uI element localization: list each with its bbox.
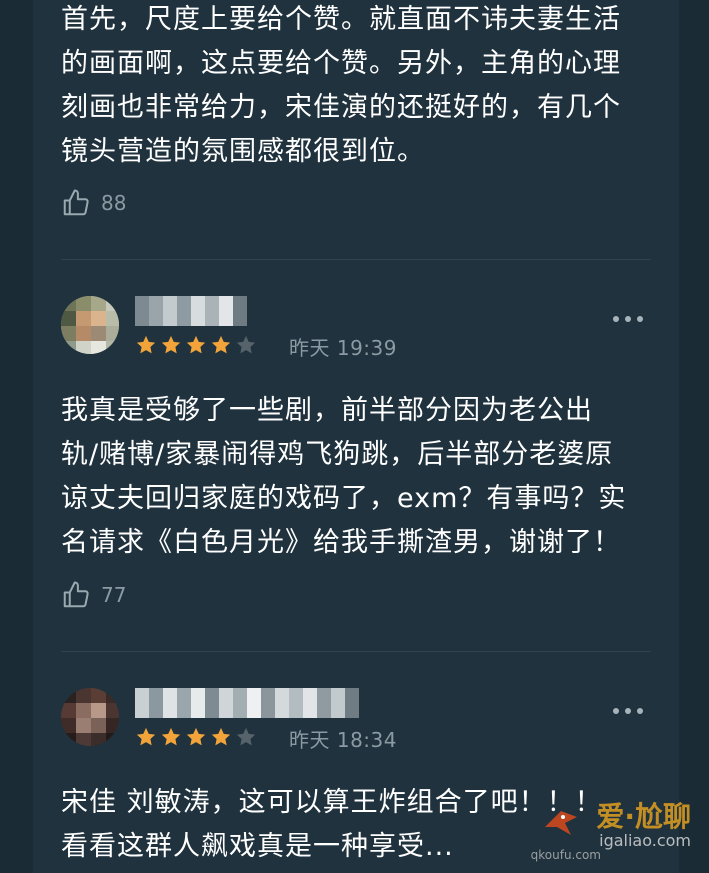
rating-stars	[135, 726, 257, 748]
comment-2-header: 昨天 19:39	[61, 296, 651, 366]
comment-time: 昨天 19:39	[289, 336, 397, 360]
thumbs-up-icon	[63, 581, 89, 608]
like-button[interactable]: 77	[61, 580, 651, 610]
watermark-title: 爱·尬聊	[596, 800, 691, 833]
star-filled-icon	[186, 335, 206, 354]
username-blurred[interactable]	[135, 296, 247, 326]
watermark-url: igaliao.com	[599, 831, 691, 850]
comment-text: 我真是受够了一些剧，前半部分因为老公出 轨/赌博/家暴闹得鸡飞狗跳，后半部分老婆…	[61, 395, 627, 558]
username-blurred[interactable]	[135, 688, 359, 718]
star-filled-icon	[136, 727, 156, 746]
like-count: 77	[101, 583, 127, 607]
star-empty-icon	[236, 335, 256, 354]
comment-3-header: 昨天 18:34	[61, 688, 651, 758]
star-filled-icon	[211, 727, 231, 746]
avatar[interactable]	[61, 296, 119, 354]
comment-1: 首先，尺度上要给个赞。就直面不讳夫妻生活 的画面啊，这点要给个赞。另外，主角的心…	[61, 0, 651, 174]
thumbs-up-icon	[63, 189, 89, 216]
star-filled-icon	[186, 727, 206, 746]
more-options-icon[interactable]	[613, 708, 643, 714]
divider	[61, 259, 651, 260]
divider	[61, 651, 651, 652]
star-filled-icon	[211, 335, 231, 354]
star-empty-icon	[236, 727, 256, 746]
watermark-url-2: qkoufu.com	[530, 848, 601, 862]
like-button[interactable]: 88	[61, 188, 651, 218]
star-filled-icon	[161, 727, 181, 746]
star-filled-icon	[136, 335, 156, 354]
bird-logo-icon	[545, 811, 577, 835]
avatar[interactable]	[61, 688, 119, 746]
comment-2: 我真是受够了一些剧，前半部分因为老公出 轨/赌博/家暴闹得鸡飞狗跳，后半部分老婆…	[61, 389, 651, 565]
like-count: 88	[101, 191, 127, 215]
star-filled-icon	[161, 335, 181, 354]
more-options-icon[interactable]	[613, 316, 643, 322]
rating-stars	[135, 334, 257, 356]
comment-text: 首先，尺度上要给个赞。就直面不讳夫妻生活 的画面啊，这点要给个赞。另外，主角的心…	[61, 4, 621, 167]
watermark-logo: 爱·尬聊 igaliao.com qkoufu.com	[531, 793, 701, 863]
comment-time: 昨天 18:34	[289, 728, 397, 752]
comments-page: 首先，尺度上要给个赞。就直面不讳夫妻生活 的画面啊，这点要给个赞。另外，主角的心…	[33, 0, 679, 873]
